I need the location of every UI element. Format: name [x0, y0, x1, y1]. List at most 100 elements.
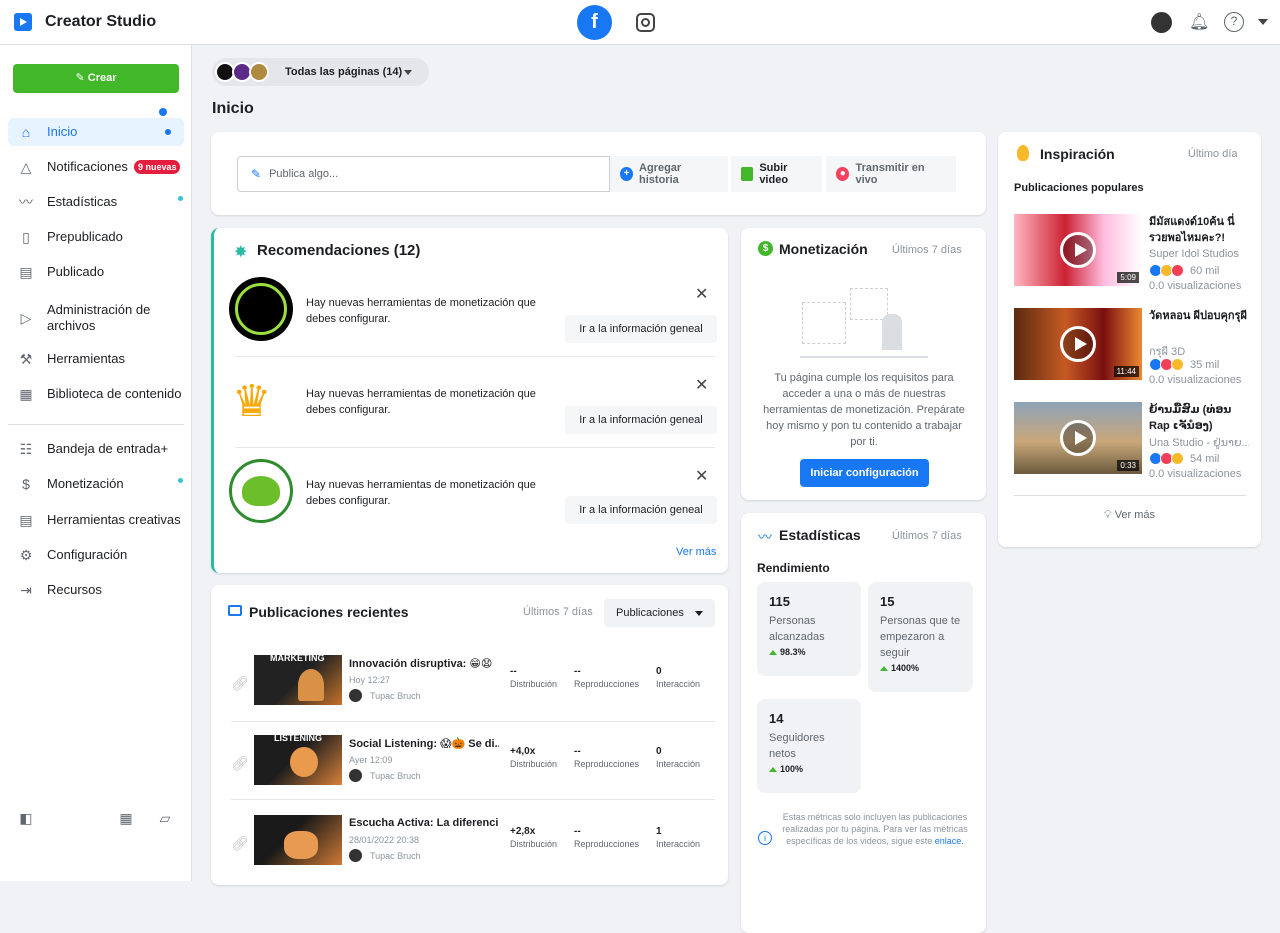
- metric-value: 1: [656, 826, 662, 837]
- recommendation-avatar: [229, 459, 293, 523]
- see-more-link[interactable]: Ver más: [676, 546, 716, 558]
- facebook-tab-icon[interactable]: f: [577, 5, 612, 40]
- sidebar-item-administracion-de-archivos[interactable]: ▷ Administración de archivos: [8, 300, 184, 336]
- post-date: Hoy 12:27: [349, 675, 391, 685]
- stat-box-net-followers[interactable]: 14 Seguidores netos 100%: [757, 699, 861, 793]
- page-selector[interactable]: Todas las páginas (14): [212, 58, 429, 86]
- metric-value: +2,8x: [510, 826, 536, 837]
- post-date: Ayer 12:09: [349, 755, 393, 765]
- post-title[interactable]: Escucha Activa: La diferenci...: [349, 817, 499, 829]
- video-thumbnail[interactable]: 0:33: [1014, 402, 1142, 474]
- view-count: 0.0 visualizaciones: [1149, 280, 1242, 292]
- table-row[interactable]: 🔗︎ LISTENING Social Listening: 😱🎃 Se di.…: [211, 729, 715, 809]
- see-more-label: Ver más: [1114, 509, 1156, 521]
- monetization-text: Tu página cumple los requisitos para acc…: [763, 372, 965, 448]
- play-icon[interactable]: [1060, 420, 1096, 456]
- go-live-button[interactable]: ● Transmitir en vivo: [826, 156, 956, 192]
- tablet-icon[interactable]: ▱: [157, 810, 173, 826]
- stat-number: 15: [880, 594, 895, 609]
- post-thumbnail[interactable]: [254, 815, 342, 865]
- close-icon[interactable]: ✕: [695, 284, 708, 304]
- add-story-button[interactable]: + Agregar historia: [610, 156, 728, 192]
- go-to-overview-button[interactable]: Ir a la información geneal: [565, 315, 717, 343]
- profile-avatar[interactable]: [1151, 12, 1172, 33]
- sidebar-item-herramientas[interactable]: ⚒ Herramientas: [8, 345, 184, 373]
- post-title[interactable]: Social Listening: 😱🎃 Se di...: [349, 737, 499, 750]
- create-button-label: Crear: [87, 72, 117, 84]
- bell-icon[interactable]: 🔔︎: [1189, 12, 1209, 32]
- composer-input[interactable]: ✎ Publica algo...: [237, 156, 610, 192]
- video-thumbnail[interactable]: 11:44: [1014, 308, 1142, 380]
- post-date: 28/01/2022 20:38: [349, 835, 420, 845]
- video-title[interactable]: วัดหลอน ผีปอบคุกรุผี: [1149, 308, 1249, 324]
- list-item[interactable]: 11:44 วัดหลอน ผีปอบคุกรุผี กรุผี 3D 35 m…: [1014, 308, 1249, 386]
- play-icon[interactable]: [1060, 232, 1096, 268]
- sidebar-item-publicado[interactable]: ▤ Publicado: [8, 258, 184, 286]
- video-duration: 0:33: [1117, 460, 1139, 471]
- status-dot: [178, 478, 183, 483]
- stat-box-reached[interactable]: 115 Personas alcanzadas 98.3%: [757, 582, 861, 676]
- link-icon[interactable]: 🔗︎: [231, 755, 249, 772]
- stat-description: Personas alcanzadas: [769, 615, 825, 643]
- table-row[interactable]: 🔗︎ MARKETING Innovación disruptiva: 😁😧 H…: [211, 649, 715, 729]
- upload-video-button[interactable]: Subir video: [731, 156, 822, 192]
- wow-icon: [1171, 358, 1184, 371]
- see-more-button[interactable]: 💡︎ Ver más: [998, 509, 1261, 522]
- metric-label: Distribución: [510, 679, 558, 689]
- sidebar-item-label: Notificaciones: [47, 159, 128, 174]
- go-to-overview-button[interactable]: Ir a la información geneal: [565, 496, 717, 524]
- close-icon[interactable]: ✕: [695, 375, 708, 395]
- stat-box-new-followers[interactable]: 15 Personas que te empezaron a seguir 14…: [868, 582, 973, 692]
- play-icon[interactable]: [1060, 326, 1096, 362]
- live-icon: ●: [836, 167, 850, 181]
- app-title[interactable]: Creator Studio: [45, 13, 156, 31]
- crown-icon: ♛: [232, 377, 272, 426]
- pencil-icon: ✎: [251, 167, 262, 181]
- link-icon[interactable]: 🔗︎: [231, 675, 249, 692]
- list-item[interactable]: 0:33 ຍ້ານມື້ສົມ (ທ່ອນ Rap ເຈັນ໋ອງ) Una S…: [1014, 402, 1249, 480]
- video-source[interactable]: Una Studio - ຢູ່ນາຍ...: [1149, 436, 1249, 449]
- sidebar-item-configuracion[interactable]: ⚙ Configuración: [8, 541, 184, 569]
- sidebar-item-prepublicado[interactable]: ▯ Prepublicado: [8, 223, 184, 251]
- link-icon[interactable]: 🔗︎: [231, 835, 249, 852]
- close-icon[interactable]: ✕: [695, 466, 708, 486]
- video-title[interactable]: มีมัสแดงด์10ค้น นี่รวยพอไหมคะ?!: [1149, 214, 1249, 246]
- go-to-overview-button[interactable]: Ir a la información geneal: [565, 406, 717, 434]
- grid-icon[interactable]: ▦: [118, 810, 134, 826]
- post-title[interactable]: Innovación disruptiva: 😁😧: [349, 657, 499, 670]
- table-row[interactable]: 🔗︎ Escucha Activa: La diferenci... 28/01…: [211, 809, 715, 889]
- sidebar-item-notificaciones[interactable]: △ Notificaciones 9 nuevas: [8, 153, 184, 181]
- thumbnail-label: MARKETING: [270, 655, 325, 663]
- video-title[interactable]: ຍ້ານມື້ສົມ (ທ່ອນ Rap ເຈັນ໋ອງ): [1149, 402, 1249, 434]
- stats-note-link[interactable]: enlace.: [935, 836, 964, 846]
- post-thumbnail[interactable]: MARKETING: [254, 655, 342, 705]
- sidebar-item-estadisticas[interactable]: 〰 Estadísticas: [8, 188, 184, 216]
- video-thumbnail[interactable]: 5:09: [1014, 214, 1142, 286]
- sidebar-item-herramientas-creativas[interactable]: ▤ Herramientas creativas: [8, 506, 184, 534]
- metric-distribution: +2,8x Distribución: [510, 826, 557, 849]
- list-item[interactable]: 5:09 มีมัสแดงด์10ค้น นี่รวยพอไหมคะ?! Sup…: [1014, 214, 1249, 292]
- post-thumbnail[interactable]: LISTENING: [254, 735, 342, 785]
- collapse-sidebar-icon[interactable]: ◧: [18, 810, 34, 826]
- sidebar-item-biblioteca-de-contenido[interactable]: ▦ Biblioteca de contenido: [8, 380, 184, 408]
- recommendations-title: Recomendaciones (12): [257, 242, 421, 259]
- account-menu-caret-icon[interactable]: [1258, 19, 1268, 25]
- sidebar-item-monetizacion[interactable]: $ Monetización: [8, 470, 184, 498]
- video-source[interactable]: Super Idol Studios: [1149, 248, 1249, 260]
- sidebar-item-recursos[interactable]: ⇥ Recursos: [8, 576, 184, 604]
- love-icon: [1171, 264, 1184, 277]
- posts-filter-label: Publicaciones: [616, 607, 684, 619]
- help-icon[interactable]: ?: [1224, 12, 1244, 32]
- start-setup-button[interactable]: Iniciar configuración: [800, 459, 929, 487]
- recommendation-text: Hay nuevas herramientas de monetización …: [306, 479, 536, 507]
- sidebar-item-inicio[interactable]: ⌂ Inicio: [8, 118, 184, 146]
- recommendations-icon: ✸: [234, 244, 248, 261]
- recommendation-avatar: [229, 277, 293, 341]
- instagram-tab-icon[interactable]: [636, 13, 655, 32]
- stat-percent: 1400%: [880, 663, 961, 673]
- home-icon: ⌂: [21, 124, 31, 140]
- sidebar-item-bandeja-de-entrada[interactable]: ☷ Bandeja de entrada+: [8, 435, 184, 463]
- posts-filter-dropdown[interactable]: Publicaciones: [604, 599, 715, 627]
- creator-studio-logo-icon[interactable]: [14, 13, 32, 31]
- create-button[interactable]: ✎ Crear: [13, 64, 179, 93]
